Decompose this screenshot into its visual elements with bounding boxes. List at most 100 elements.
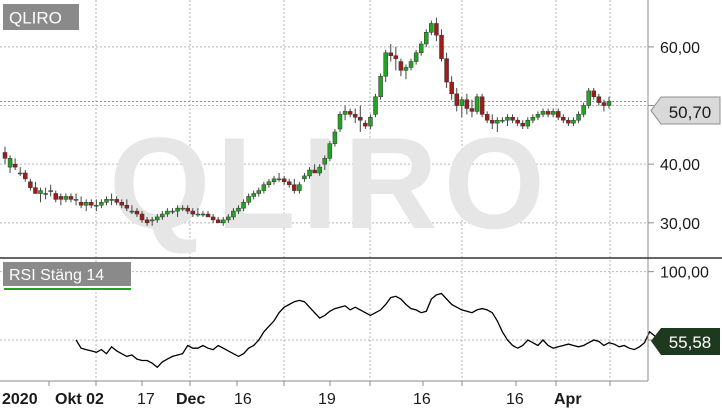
candle-body-down	[2, 152, 8, 159]
price-badge: 50,70	[650, 96, 721, 125]
candle-body-up	[429, 23, 434, 33]
candle-body-up	[38, 190, 43, 194]
candle	[555, 108, 561, 121]
candle-body-up	[251, 193, 256, 197]
candle	[12, 158, 18, 171]
candle	[408, 58, 414, 71]
candle-body-up	[327, 143, 333, 159]
candle-body-up	[403, 67, 409, 71]
candle-body-up	[408, 61, 414, 68]
candle-body-down	[185, 207, 190, 212]
candle	[78, 196, 84, 209]
rsi-title-label: RSI Stäng 14	[9, 267, 104, 284]
candle-body-down	[352, 114, 358, 118]
candle-body-down	[12, 163, 18, 168]
candle-body-up	[180, 207, 185, 210]
candle-body-up	[424, 32, 429, 45]
time-tick-label: 16	[234, 391, 252, 408]
price-axis: 30,0040,0050,0060,00	[648, 40, 700, 233]
candle	[53, 190, 59, 203]
candle	[43, 187, 48, 200]
candle-body-up	[17, 172, 23, 175]
symbol-badge: QLIRO	[3, 4, 79, 30]
candle-body-up	[256, 190, 262, 194]
candle-body-down	[347, 111, 353, 115]
candle-body-up	[73, 199, 79, 201]
rsi-title-badge: RSI Stäng 14	[3, 262, 131, 290]
candle-body-down	[454, 93, 459, 106]
candle	[38, 187, 43, 203]
candle	[393, 46, 399, 71]
candle-body-up	[297, 184, 302, 191]
time-axis: 2020 Okt 02 17 Dec 16 19 16 16 Apr	[2, 381, 611, 408]
candle-body-up	[530, 117, 536, 121]
candle-body-up	[241, 202, 246, 209]
candle-body-up	[495, 119, 500, 124]
candle-body-down	[545, 111, 551, 115]
candle	[99, 199, 104, 209]
candle-body-up	[307, 169, 312, 177]
candle-body-down	[33, 187, 38, 194]
candle	[94, 199, 99, 212]
symbol-label: QLIRO	[9, 9, 62, 28]
candle-body-up	[317, 166, 322, 174]
candle	[7, 155, 13, 173]
candle-body-up	[7, 158, 13, 168]
candle-body-up	[83, 202, 89, 206]
candle	[449, 76, 454, 100]
candle-body-up	[550, 111, 556, 115]
candle-body-down	[388, 52, 393, 56]
price-rsi-chart: QLIRO 30,0040,0050,0060,00 100,00 2020Ok…	[0, 0, 722, 408]
candle-body-down	[286, 181, 292, 185]
candle-body-up	[571, 119, 576, 124]
candle-body-down	[124, 204, 130, 209]
candle	[337, 111, 343, 132]
candle-body-down	[434, 23, 439, 36]
candle-body-up	[332, 131, 338, 144]
candle-body-up	[373, 96, 378, 115]
candle	[566, 117, 571, 127]
candle	[591, 87, 597, 100]
time-tick-label: 16	[413, 391, 431, 408]
candle-body-down	[215, 219, 221, 224]
candle-body-up	[271, 178, 277, 183]
candle-body-up	[99, 202, 104, 206]
candle	[63, 193, 69, 203]
candle-body-up	[413, 52, 419, 62]
chart-stage: QLIRO 30,0040,0050,0060,00 100,00 2020Ok…	[0, 0, 722, 411]
candle-body-down	[469, 108, 475, 112]
candle-body-down	[363, 122, 368, 127]
candle	[327, 140, 333, 162]
candle-body-up	[231, 210, 236, 218]
candle-body-up	[474, 96, 480, 112]
candle-body-up	[459, 99, 465, 106]
candle-body-down	[484, 114, 490, 121]
candle-body-down	[210, 216, 216, 221]
candle-body-up	[94, 204, 99, 207]
candle-body-down	[555, 111, 561, 118]
candle-body-up	[342, 111, 348, 115]
candle-body-up	[200, 213, 206, 216]
candle	[89, 199, 94, 209]
candle	[596, 93, 602, 106]
candle-body-down	[561, 117, 566, 121]
candle-body-down	[490, 119, 495, 124]
candle-body-down	[358, 117, 363, 121]
candle	[444, 52, 449, 88]
candle-body-up	[175, 207, 180, 212]
price-tick-label: 40,00	[660, 157, 700, 174]
candle-body-up	[226, 216, 231, 221]
rsi-series	[75, 292, 671, 369]
candle	[17, 167, 23, 176]
time-tick-label: Dec	[176, 391, 205, 408]
candle-body-down	[449, 81, 454, 95]
candle-body-down	[601, 102, 607, 106]
candle-body-up	[525, 119, 531, 127]
candle	[83, 199, 89, 212]
candle-body-down	[520, 122, 525, 127]
price-tick-label: 30,00	[660, 216, 700, 233]
candle	[429, 20, 434, 36]
candle	[378, 73, 383, 100]
candle-body-up	[383, 52, 388, 77]
candle-body-down	[190, 210, 196, 215]
